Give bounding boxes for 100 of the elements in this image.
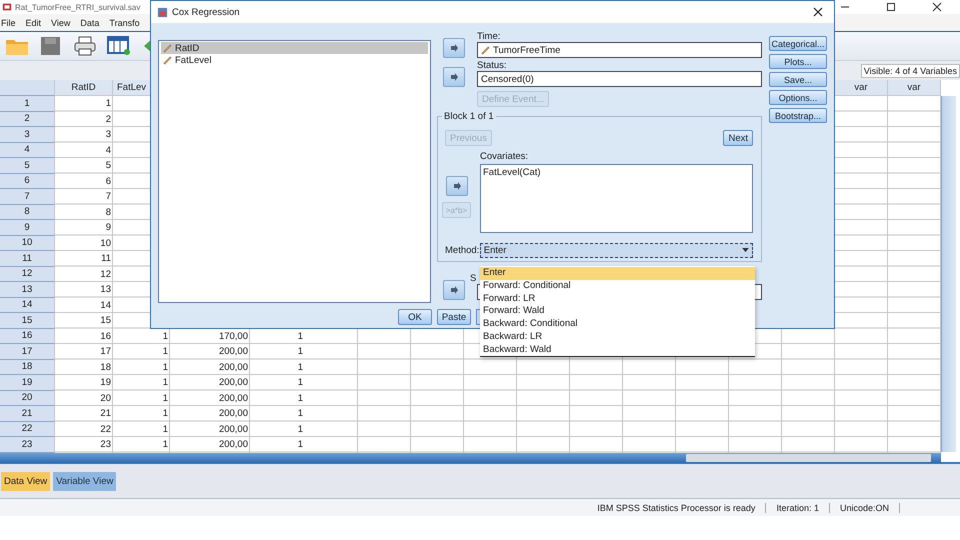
row-header[interactable]: 17 [0,344,55,360]
dialog-button[interactable]: Options... [769,90,827,105]
row-header[interactable]: 16 [0,328,55,344]
column-header[interactable]: var [835,80,888,96]
table-cell: 18 [100,362,111,373]
row-header[interactable]: 9 [0,220,55,236]
table-cell: 9 [106,222,111,234]
row-header[interactable]: 1 [0,96,55,112]
row-header[interactable]: 10 [0,236,55,251]
dropdown-option[interactable]: Backward: LR [480,330,755,344]
menu-item[interactable]: View [50,18,72,28]
dialog-button[interactable]: Paste [437,309,471,325]
table-cell: 1 [298,377,303,388]
arrow-icon [449,43,459,53]
table-cell: 3 [106,129,111,140]
row-header[interactable]: 4 [0,142,55,158]
field-label: Covariates: [480,151,530,162]
row-header[interactable]: 13 [0,282,55,298]
view-tab[interactable]: Data View [1,472,50,490]
table-cell: 1 [162,377,168,388]
vertical-scrollbar[interactable] [941,96,956,452]
row-header[interactable]: 23 [0,437,55,452]
row-header[interactable]: 20 [0,390,55,406]
table-cell: 17 [100,346,111,358]
table-cell: 1 [162,439,168,450]
table-cell: 1 [298,362,303,373]
table-cell: 1 [162,346,168,358]
row-header[interactable]: 18 [0,360,55,375]
ruler-icon [481,46,490,54]
arrow-icon [452,181,462,191]
row-header[interactable]: 3 [0,127,55,142]
move-button[interactable] [443,38,465,58]
row-header[interactable]: 8 [0,204,55,220]
dialog-button[interactable]: Save... [769,72,827,87]
row-header[interactable]: 15 [0,313,55,328]
table-cell: 1 [162,330,168,342]
caret-icon [742,248,749,253]
menu-item[interactable]: File [0,18,17,28]
table-cell: 16 [100,330,111,342]
row-header[interactable]: 19 [0,375,55,390]
move-button[interactable] [443,67,465,87]
row-header[interactable]: 5 [0,158,55,174]
table-cell: 1 [298,439,303,450]
table-cell: 200,00 [218,408,248,420]
column-header[interactable]: var [888,80,941,96]
method-dropdown[interactable]: Enter [480,243,753,258]
dialog-button[interactable]: Plots... [769,54,827,69]
status-text: IBM SPSS Statistics Processor is ready [587,502,766,512]
status-text: Unicode:ON [830,502,900,512]
table-cell: 1 [162,408,168,420]
table-cell: 170,00 [218,330,248,342]
row-header[interactable]: 2 [0,112,55,127]
column-header[interactable]: RatID [55,80,113,96]
move-button[interactable] [446,176,468,196]
dropdown-option[interactable]: Backward: Wald [480,344,755,357]
dropdown-option[interactable]: Forward: Conditional [480,280,755,293]
dialog-button[interactable]: Bootstrap... [769,108,827,123]
row-header[interactable]: 22 [0,422,55,437]
dropdown-option[interactable]: Forward: Wald [480,305,755,318]
table-cell: 200,00 [218,377,248,388]
table-cell: 200,00 [218,439,248,450]
grid-icon[interactable] [107,36,131,56]
table-cell: 11 [101,253,111,264]
scrollbar-thumb[interactable] [686,454,931,462]
table-cell: 200,00 [218,362,248,373]
dropdown-option[interactable]: Forward: LR [480,292,755,306]
row-header[interactable]: 12 [0,266,55,282]
next-button[interactable]: Next [723,130,753,146]
table-cell: 2 [106,114,111,125]
maximize-icon [886,2,896,12]
dialog-button[interactable]: OK [398,309,432,325]
table-cell: 15 [100,315,111,326]
variable-item[interactable]: FatLevel [161,54,428,66]
row-header[interactable]: 7 [0,189,55,204]
menu-item[interactable]: Transfo [108,18,141,28]
view-tab[interactable]: Variable View [53,472,116,490]
table-cell: 7 [106,191,111,202]
dropdown-option[interactable]: Backward: Conditional [480,318,755,331]
time-field[interactable]: TumorFreeTime [477,42,762,58]
row-header[interactable]: 6 [0,174,55,189]
table-cell: 1 [162,424,168,435]
dropdown-option[interactable]: Enter [480,267,755,280]
variable-item[interactable]: RatID [161,42,428,54]
field-label: Status: [477,60,508,71]
table-cell: 5 [106,160,111,172]
covariate-item[interactable]: FatLevel(Cat) [483,167,541,179]
move-button[interactable] [443,280,465,300]
row-header[interactable]: 11 [0,251,55,266]
close-icon [813,7,823,17]
row-header[interactable]: 14 [0,298,55,313]
printer-icon[interactable] [73,36,97,56]
row-header[interactable]: 21 [0,406,55,422]
dialog-button[interactable]: Categorical... [769,36,827,51]
table-cell: 1 [298,392,303,404]
table-cell: 6 [106,176,111,187]
table-cell: 8 [106,206,111,218]
menu-item[interactable]: Data [79,18,100,28]
status-field[interactable]: Censored(0) [477,71,762,87]
menu-item[interactable]: Edit [24,18,42,28]
table-cell: 200,00 [218,392,248,404]
